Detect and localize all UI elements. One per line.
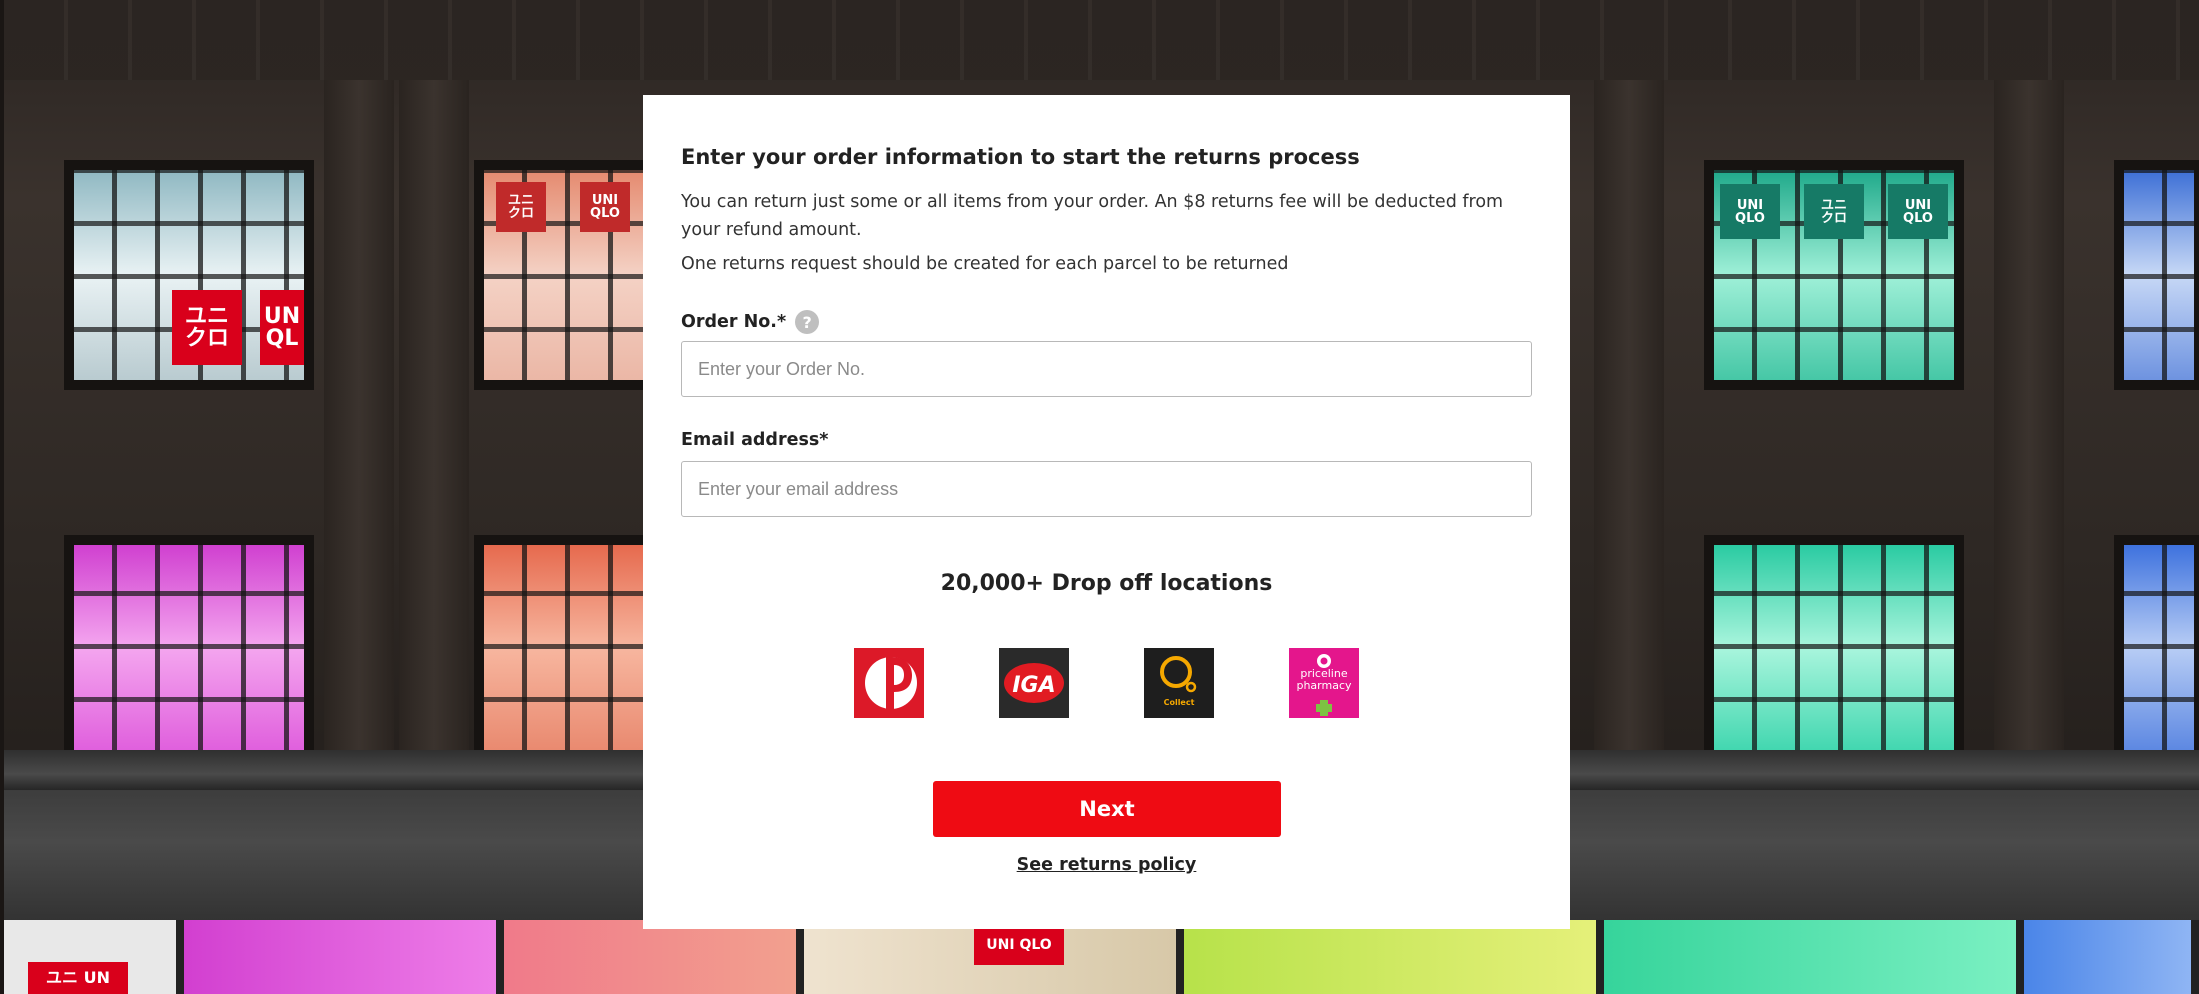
window-upper-4 — [2114, 160, 2199, 390]
collect-logo: Collect — [1144, 648, 1214, 718]
iga-logo-text: IGA — [1012, 673, 1055, 698]
building-cornice — [4, 0, 2199, 80]
pillar-3 — [1594, 80, 1664, 750]
page-title: Enter your order information to start th… — [681, 145, 1360, 169]
help-icon[interactable]: ? — [795, 310, 820, 334]
street-level-windows — [4, 920, 2199, 994]
priceline-logo-text: priceline pharmacy — [1296, 668, 1352, 692]
order-number-label-text: Order No.* — [681, 312, 787, 332]
next-button[interactable]: Next — [933, 781, 1281, 837]
priceline-logo: priceline pharmacy — [1289, 648, 1359, 718]
drop-off-title: 20,000+ Drop off locations — [940, 571, 1273, 596]
returns-note-text: One returns request should be created fo… — [681, 254, 1289, 274]
pillar-4 — [1994, 80, 2064, 750]
order-number-label: Order No.* ? — [681, 310, 820, 334]
pillar-2 — [399, 80, 469, 750]
store-sign-street-left: ユニ UN — [28, 962, 128, 994]
window-lower-4 — [2114, 535, 2199, 760]
store-sign-left-2: UN QL — [260, 290, 304, 365]
email-address-input[interactable] — [681, 461, 1532, 517]
store-sign-right: UNI QLO — [1720, 184, 1780, 239]
window-lower-3 — [1704, 535, 1964, 760]
store-sign-street-center: UNI QLO — [974, 925, 1064, 965]
store-sign-right-3: UNI QLO — [1888, 184, 1948, 239]
returns-intro-text: You can return just some or all items fr… — [681, 192, 1504, 240]
returns-form-card: Enter your order information to start th… — [643, 95, 1570, 929]
store-sign-upper-mid: ユニ クロ — [496, 182, 546, 232]
store-sign-upper-mid-2: UNI QLO — [580, 182, 630, 232]
australia-post-logo — [854, 648, 924, 718]
pillar-1 — [324, 80, 394, 750]
order-number-input[interactable] — [681, 341, 1532, 397]
store-sign-right-2: ユニ クロ — [1804, 184, 1864, 239]
email-address-label-text: Email address* — [681, 430, 829, 450]
email-address-label: Email address* — [681, 430, 828, 450]
returns-policy-link[interactable]: See returns policy — [681, 855, 1532, 875]
store-sign-left: ユニ クロ — [172, 290, 242, 365]
collect-logo-text: Collect — [1164, 698, 1195, 707]
window-lower-1 — [64, 535, 314, 760]
window-lower-2 — [474, 535, 654, 760]
drop-off-carrier-logos: IGA Collect priceline pharmacy — [854, 648, 1359, 718]
iga-logo: IGA — [999, 648, 1069, 718]
